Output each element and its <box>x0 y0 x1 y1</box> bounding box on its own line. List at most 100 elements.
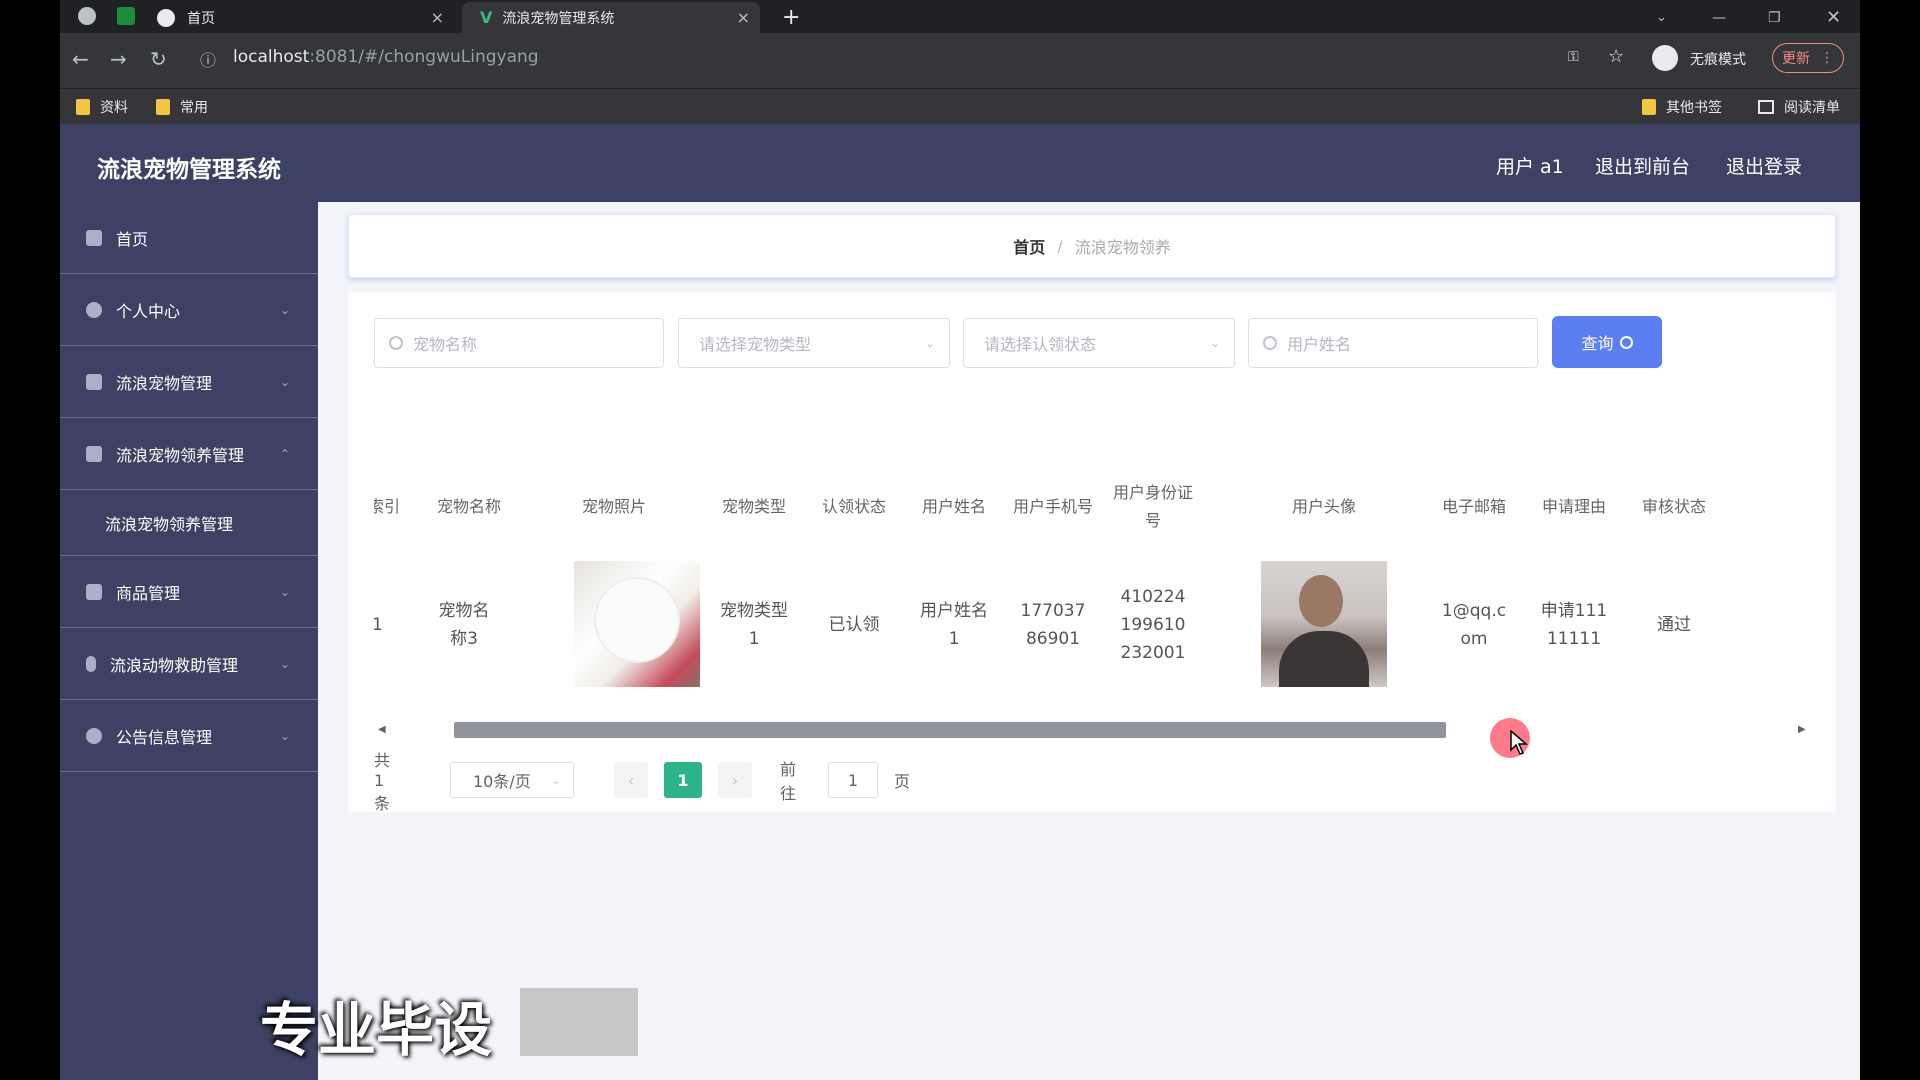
mouse-cursor-icon <box>1510 730 1528 755</box>
goods-icon <box>86 583 102 600</box>
minimize-icon[interactable]: — <box>1712 2 1726 33</box>
adopt-status-select[interactable]: 请选择认领状态 ⌄ <box>963 318 1235 368</box>
reload-icon[interactable]: ↻ <box>150 49 167 69</box>
goto-page-input[interactable]: 1 <box>828 762 878 798</box>
user-avatar-image[interactable] <box>1261 561 1387 687</box>
watermark-text: 专业毕设 <box>260 996 493 1064</box>
query-button[interactable]: 查询 <box>1552 316 1662 368</box>
bookmark-ziliao[interactable]: 资料 <box>76 97 128 117</box>
folder-icon <box>1642 99 1656 115</box>
vue-icon: V <box>480 8 493 27</box>
restore-icon[interactable]: ❐ <box>1768 2 1781 33</box>
tab-pet-system[interactable]: V 流浪宠物管理系统 × <box>462 2 760 33</box>
search-icon <box>1619 335 1633 349</box>
breadcrumb-separator: / <box>1057 236 1063 256</box>
prev-page-button[interactable]: ‹ <box>614 762 648 798</box>
cell-review-status: 通过 <box>1657 615 1691 635</box>
reading-list[interactable]: 阅读清单 <box>1758 97 1840 117</box>
logout-link[interactable]: 退出登录 <box>1726 152 1802 179</box>
sidebar-item-profile[interactable]: 个人中心 ⌄ <box>60 274 318 346</box>
incognito-label[interactable]: 无痕模式 <box>1690 49 1746 69</box>
sidebar-item-label: 公告信息管理 <box>116 727 213 747</box>
close-icon[interactable]: × <box>737 8 750 27</box>
th-email: 电子邮箱 <box>1441 497 1506 516</box>
bookmark-label: 常用 <box>180 100 208 116</box>
sidebar-item-label: 商品管理 <box>116 583 181 603</box>
pet-type-select[interactable]: 请选择宠物类型 ⌄ <box>678 318 950 368</box>
cell-pet-name: 宠物名称3 <box>438 601 490 649</box>
sidebar-item-adoption[interactable]: 流浪宠物领养管理 ⌃ <box>60 418 318 490</box>
cell-user-name: 用户姓名1 <box>920 601 988 649</box>
sidebar-item-goods[interactable]: 商品管理 ⌄ <box>60 556 318 628</box>
forward-icon[interactable]: → <box>110 49 127 69</box>
page-size-label: 10条/页 <box>473 772 531 791</box>
sidebar-subitem-label: 流浪宠物领养管理 <box>105 514 234 534</box>
folder-icon <box>156 99 170 115</box>
pet-name-input[interactable]: 宠物名称 <box>374 318 664 368</box>
info-icon[interactable]: ⓘ <box>200 51 216 71</box>
th-pet-photo: 宠物照片 <box>581 497 646 516</box>
sidebar-item-pets[interactable]: 流浪宠物管理 ⌄ <box>60 346 318 418</box>
bookmark-changyong[interactable]: 常用 <box>156 97 208 117</box>
chevron-down-icon: ⌄ <box>924 336 935 350</box>
sheet-icon[interactable] <box>117 7 135 25</box>
page-size-select[interactable]: 10条/页 ⌄ <box>450 762 574 798</box>
th-review-status: 审核状态 <box>1641 497 1706 516</box>
adopt-status-placeholder: 请选择认领状态 <box>984 335 1097 354</box>
th-pet-type: 宠物类型 <box>721 497 786 516</box>
pet-icon <box>86 373 102 390</box>
tab-home[interactable]: 首页 × <box>157 2 462 33</box>
main-content: 首页 / 流浪宠物领养 宠物名称 请选择宠物类型 ⌄ 请选择认领状态 ⌄ 用户姓… <box>318 202 1860 1080</box>
sidebar-subitem-adoption[interactable]: 流浪宠物领养管理 <box>60 490 318 556</box>
pet-type-placeholder: 请选择宠物类型 <box>699 335 812 354</box>
pet-photo-image[interactable] <box>574 561 700 687</box>
chevron-up-icon: ⌃ <box>279 446 290 461</box>
close-icon[interactable]: × <box>431 8 444 27</box>
tab-search-icon[interactable]: ⌄ <box>1656 2 1667 33</box>
bookmark-other[interactable]: 其他书签 <box>1642 97 1722 117</box>
bookmark-label: 资料 <box>100 100 128 116</box>
chevron-down-icon: ⌄ <box>1209 336 1220 350</box>
th-phone: 用户手机号 <box>1012 497 1093 516</box>
bookmarks-bar: 资料 常用 其他书签 阅读清单 <box>60 88 1860 124</box>
cell-index-text: 1 <box>374 615 383 635</box>
window-close-icon[interactable]: ✕ <box>1826 2 1841 33</box>
next-page-button[interactable]: › <box>718 762 752 798</box>
update-button[interactable]: 更新 ⋮ <box>1772 43 1844 73</box>
th-id-card: 用户身份证号 <box>1112 483 1193 530</box>
sidebar-item-home[interactable]: 首页 <box>60 202 318 274</box>
query-label: 查询 <box>1581 334 1614 353</box>
star-icon[interactable]: ☆ <box>1608 46 1624 67</box>
url-field[interactable]: localhost:8081/#/chongwuLingyang <box>233 47 539 67</box>
content-panel: 宠物名称 请选择宠物类型 ⌄ 请选择认领状态 ⌄ 用户姓名 查询 索引 宠物名称 <box>348 292 1836 813</box>
breadcrumb-home[interactable]: 首页 <box>1013 234 1045 258</box>
cell-pet-type: 宠物类型1 <box>720 601 788 649</box>
user-label: 用户 a1 <box>1496 156 1564 178</box>
back-icon[interactable]: ← <box>72 49 89 69</box>
back-to-front-link[interactable]: 退出到前台 <box>1595 152 1690 179</box>
chevron-down-icon: ⌄ <box>279 656 290 671</box>
new-tab-button[interactable]: + <box>782 2 800 33</box>
tab-home-label: 首页 <box>187 10 215 27</box>
chevron-down-icon: ⌄ <box>279 584 290 599</box>
goto-prefix: 前往 <box>780 760 797 803</box>
sidebar-item-label: 个人中心 <box>116 301 181 321</box>
goto-suffix: 页 <box>894 772 911 791</box>
scrollbar-thumb[interactable] <box>454 722 1446 738</box>
th-pet-name: 宠物名称 <box>436 497 501 516</box>
notice-icon <box>86 727 102 744</box>
sidebar-item-label: 流浪动物救助管理 <box>110 655 239 675</box>
scroll-right-icon[interactable]: ▶ <box>1798 722 1806 738</box>
key-icon[interactable]: ⚿ <box>1568 49 1579 65</box>
scroll-left-icon[interactable]: ◀ <box>378 722 386 738</box>
chevron-down-icon: ⌄ <box>279 374 290 389</box>
th-user-name: 用户姓名 <box>921 497 986 516</box>
user-name-input[interactable]: 用户姓名 <box>1248 318 1538 368</box>
url-host: localhost <box>233 47 310 67</box>
page-number-1[interactable]: 1 <box>664 762 702 798</box>
url-path: :8081/#/chongwuLingyang <box>309 47 539 67</box>
tab-pet-system-label: 流浪宠物管理系统 <box>502 10 615 27</box>
sidebar-item-rescue[interactable]: 流浪动物救助管理 ⌄ <box>60 628 318 700</box>
sidebar-item-notices[interactable]: 公告信息管理 ⌄ <box>60 700 318 772</box>
cell-id-card: 410224199610232001 <box>1120 587 1186 663</box>
